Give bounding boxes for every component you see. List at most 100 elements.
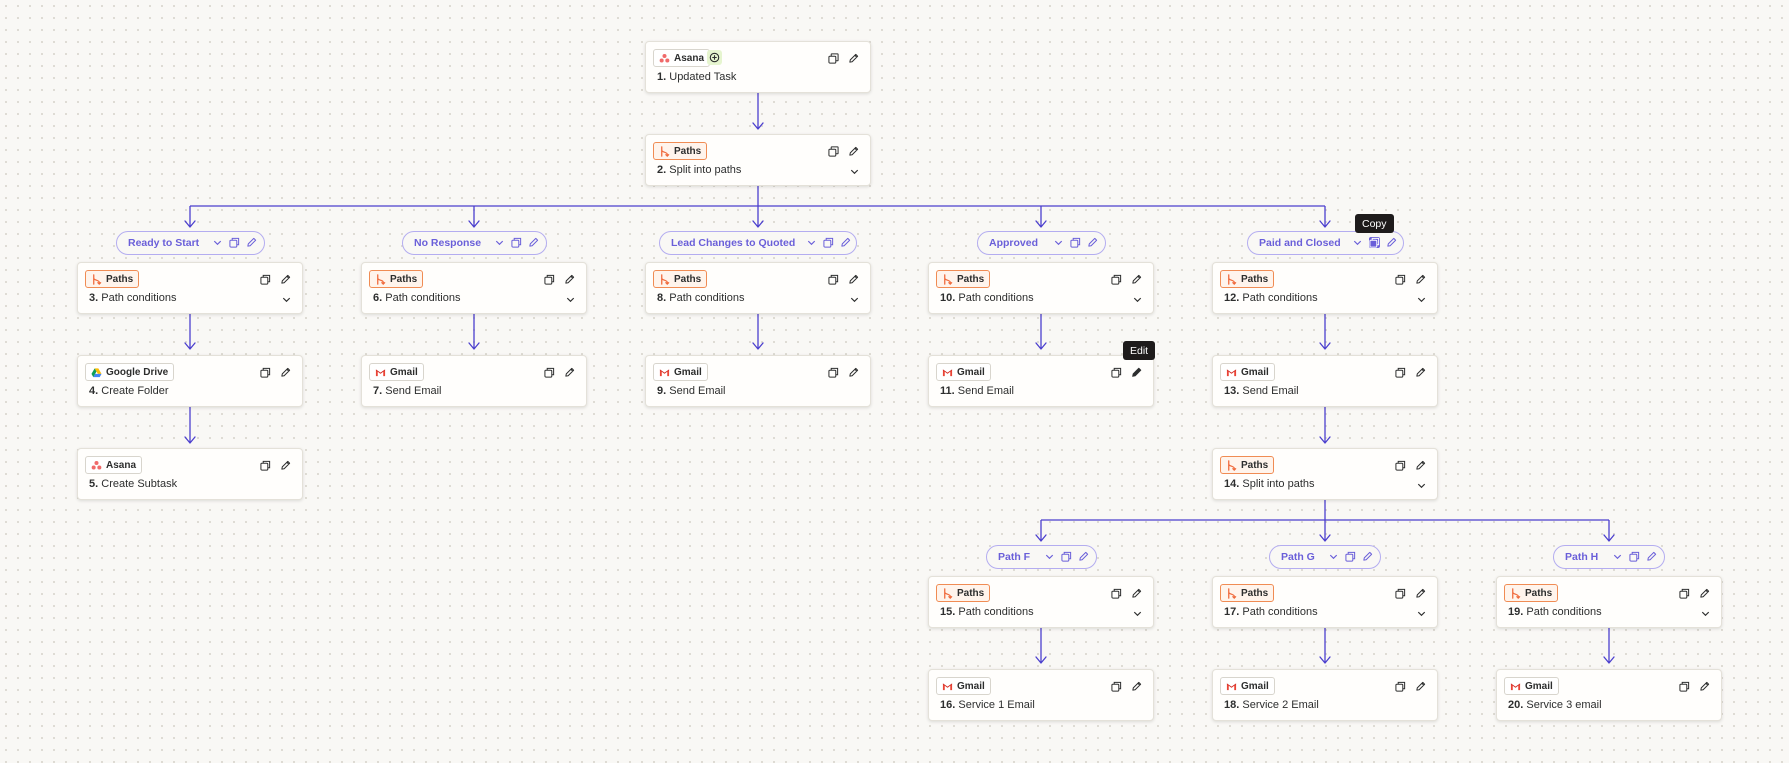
edit-button[interactable] [562, 365, 576, 379]
path-copy-button[interactable] [1070, 237, 1081, 248]
step-card-4[interactable]: Google Drive 4. Create Folder [77, 355, 303, 407]
step-card-1[interactable]: Asana 1. Updated Task [645, 41, 871, 93]
copy-button[interactable] [258, 272, 272, 286]
step-card-12[interactable]: Paths 12. Path conditions [1212, 262, 1438, 314]
step-card-13[interactable]: Gmail 13. Send Email [1212, 355, 1438, 407]
path-pill-ready-to-start[interactable]: Ready to Start [116, 231, 265, 255]
copy-button[interactable] [258, 458, 272, 472]
path-edit-button[interactable] [1646, 551, 1657, 562]
step-card-10[interactable]: Paths 10. Path conditions [928, 262, 1154, 314]
path-edit-button[interactable] [1087, 237, 1098, 248]
path-edit-button[interactable] [1078, 551, 1089, 562]
expand-chevron-button[interactable] [1132, 608, 1143, 619]
edit-button[interactable] [278, 365, 292, 379]
copy-button[interactable] [1677, 679, 1691, 693]
add-trigger-plus-button[interactable] [707, 50, 722, 65]
path-copy-button[interactable] [823, 237, 834, 248]
edit-button[interactable] [278, 272, 292, 286]
edit-button[interactable] [1413, 586, 1427, 600]
copy-button[interactable] [1393, 272, 1407, 286]
edit-button[interactable] [846, 144, 860, 158]
path-dropdown-button[interactable] [1352, 237, 1363, 248]
edit-button[interactable] [1697, 679, 1711, 693]
copy-button[interactable] [1109, 365, 1123, 379]
path-copy-button[interactable] [1629, 551, 1640, 562]
copy-button[interactable] [1109, 586, 1123, 600]
edit-button[interactable] [1129, 272, 1143, 286]
step-card-11[interactable]: Gmail 11. Send Email [928, 355, 1154, 407]
path-edit-button[interactable] [528, 237, 539, 248]
step-card-3[interactable]: Paths 3. Path conditions [77, 262, 303, 314]
path-dropdown-button[interactable] [494, 237, 505, 248]
step-card-19[interactable]: Paths 19. Path conditions [1496, 576, 1722, 628]
path-pill-no-response[interactable]: No Response [402, 231, 547, 255]
path-pill-approved[interactable]: Approved [977, 231, 1106, 255]
step-card-9[interactable]: Gmail 9. Send Email [645, 355, 871, 407]
copy-button[interactable] [1109, 272, 1123, 286]
copy-button[interactable] [1393, 365, 1407, 379]
copy-button[interactable] [542, 365, 556, 379]
path-dropdown-button[interactable] [212, 237, 223, 248]
path-dropdown-button[interactable] [1044, 551, 1055, 562]
path-copy-button[interactable] [1061, 551, 1072, 562]
path-pill-path-f[interactable]: Path F [986, 545, 1097, 569]
path-edit-button[interactable] [246, 237, 257, 248]
step-card-20[interactable]: Gmail 20. Service 3 email [1496, 669, 1722, 721]
step-card-17[interactable]: Paths 17. Path conditions [1212, 576, 1438, 628]
copy-button[interactable] [1393, 679, 1407, 693]
step-card-6[interactable]: Paths 6. Path conditions [361, 262, 587, 314]
edit-button[interactable] [1413, 679, 1427, 693]
path-dropdown-button[interactable] [1612, 551, 1623, 562]
edit-button[interactable] [1413, 458, 1427, 472]
edit-button[interactable] [1413, 272, 1427, 286]
path-copy-button[interactable] [1369, 237, 1380, 248]
path-edit-button[interactable] [840, 237, 851, 248]
edit-button[interactable] [1129, 586, 1143, 600]
expand-chevron-button[interactable] [1416, 294, 1427, 305]
path-pill-path-g[interactable]: Path G [1269, 545, 1381, 569]
step-card-15[interactable]: Paths 15. Path conditions [928, 576, 1154, 628]
path-pill-path-h[interactable]: Path H [1553, 545, 1665, 569]
expand-chevron-button[interactable] [849, 294, 860, 305]
step-card-2[interactable]: Paths 2. Split into paths [645, 134, 871, 186]
path-dropdown-button[interactable] [806, 237, 817, 248]
step-card-5[interactable]: Asana 5. Create Subtask [77, 448, 303, 500]
copy-button[interactable] [1393, 586, 1407, 600]
path-pill-paid-and-closed[interactable]: Paid and Closed [1247, 231, 1404, 255]
step-card-16[interactable]: Gmail 16. Service 1 Email [928, 669, 1154, 721]
copy-button[interactable] [1109, 679, 1123, 693]
path-dropdown-button[interactable] [1053, 237, 1064, 248]
copy-button[interactable] [258, 365, 272, 379]
copy-button[interactable] [826, 272, 840, 286]
edit-button[interactable] [1413, 365, 1427, 379]
path-edit-button[interactable] [1386, 237, 1397, 248]
expand-chevron-button[interactable] [565, 294, 576, 305]
edit-button[interactable] [846, 272, 860, 286]
expand-chevron-button[interactable] [1132, 294, 1143, 305]
copy-button[interactable] [1677, 586, 1691, 600]
path-copy-button[interactable] [511, 237, 522, 248]
edit-button[interactable] [1697, 586, 1711, 600]
edit-button[interactable] [1129, 365, 1143, 379]
edit-button[interactable] [846, 365, 860, 379]
copy-button[interactable] [826, 51, 840, 65]
copy-button[interactable] [542, 272, 556, 286]
path-edit-button[interactable] [1362, 551, 1373, 562]
edit-button[interactable] [278, 458, 292, 472]
expand-chevron-button[interactable] [1700, 608, 1711, 619]
expand-chevron-button[interactable] [1416, 608, 1427, 619]
expand-chevron-button[interactable] [1416, 480, 1427, 491]
step-card-18[interactable]: Gmail 18. Service 2 Email [1212, 669, 1438, 721]
edit-button[interactable] [1129, 679, 1143, 693]
step-card-14[interactable]: Paths 14. Split into paths [1212, 448, 1438, 500]
copy-button[interactable] [826, 365, 840, 379]
edit-button[interactable] [562, 272, 576, 286]
copy-button[interactable] [1393, 458, 1407, 472]
copy-button[interactable] [826, 144, 840, 158]
path-copy-button[interactable] [229, 237, 240, 248]
expand-chevron-button[interactable] [281, 294, 292, 305]
path-pill-lead-changes-to-quoted[interactable]: Lead Changes to Quoted [659, 231, 857, 255]
expand-chevron-button[interactable] [849, 166, 860, 177]
edit-button[interactable] [846, 51, 860, 65]
path-dropdown-button[interactable] [1328, 551, 1339, 562]
